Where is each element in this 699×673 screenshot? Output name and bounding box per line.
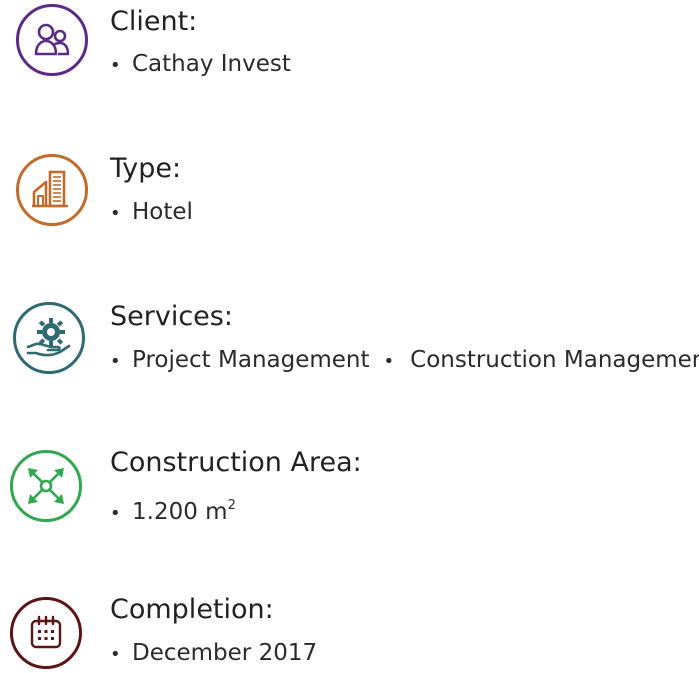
client-label: Client: <box>110 6 198 37</box>
type-row: Type: • Hotel <box>0 152 699 232</box>
completion-value: • December 2017 <box>110 639 317 669</box>
bullet: • <box>110 203 121 224</box>
gear-hand-icon <box>13 302 85 374</box>
type-label: Type: <box>110 153 182 184</box>
services-row: Services: • Project Management • Constructi… <box>0 300 699 380</box>
area-unit-superscript: 2 <box>227 498 236 513</box>
bullet: • <box>383 351 395 372</box>
bullet: • <box>110 644 121 665</box>
bullet: • <box>110 55 121 76</box>
area-row: Construction Area: • 1.200 m2 <box>0 446 699 526</box>
client-value-text: Cathay Invest <box>132 51 291 77</box>
area-value-text: 1.200 m <box>132 499 228 525</box>
area-value: • 1.200 m2 <box>110 492 236 528</box>
calendar-icon <box>10 597 82 669</box>
service-item-construction-management: Construction Managemen <box>410 347 699 373</box>
type-value-text: Hotel <box>132 199 193 225</box>
building-icon <box>16 154 88 226</box>
bullet: • <box>110 503 121 524</box>
service-item-project-management: Project Management <box>132 347 370 373</box>
expand-arrows-icon <box>10 450 82 522</box>
client-row: Client: • Cathay Invest <box>0 4 699 84</box>
completion-value-text: December 2017 <box>132 640 318 666</box>
type-value: • Hotel <box>110 198 193 228</box>
area-label: Construction Area: <box>110 447 362 478</box>
client-value: • Cathay Invest <box>110 50 291 80</box>
services-value: • Project Management • Construction Managem… <box>110 346 699 376</box>
completion-label: Completion: <box>110 594 274 625</box>
services-label: Services: <box>110 301 233 332</box>
completion-row: Completion: • December 2017 <box>0 593 699 673</box>
bullet: • <box>110 351 121 372</box>
people-icon <box>16 4 88 76</box>
